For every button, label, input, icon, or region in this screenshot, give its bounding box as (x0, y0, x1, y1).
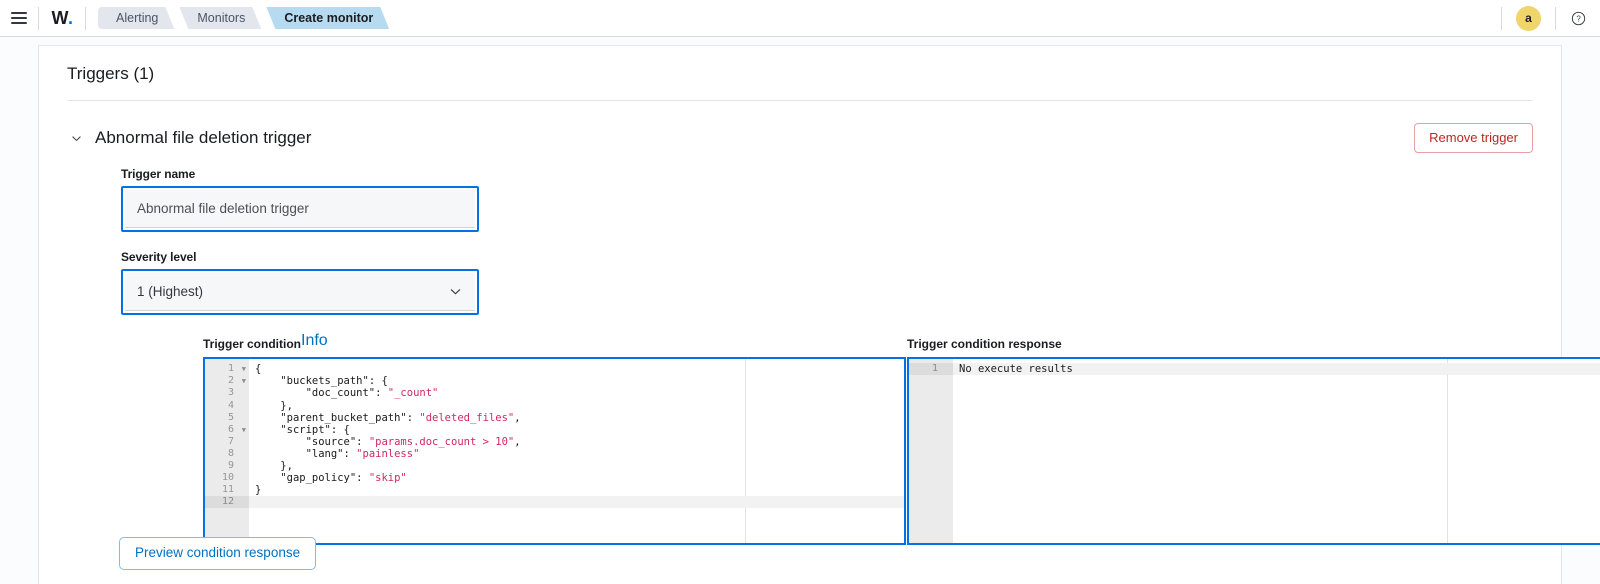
code-line: "lang": "painless" (305, 447, 420, 460)
help-circle-icon[interactable]: ? (1556, 0, 1600, 37)
line-number: 12 (205, 496, 249, 509)
code-line: "script": { (280, 423, 350, 436)
triggers-panel: Triggers (1) Abnormal file deletion trig… (38, 45, 1600, 584)
preview-condition-response-button[interactable]: Preview condition response (119, 537, 317, 571)
trigger-condition-info-link[interactable]: Info (301, 332, 328, 350)
editor-line-numbers-left: 1 ▼ 2 ▼ 3 4 5 6 ▼ 7 8 9 10 11 12 (205, 363, 249, 509)
editor-gutter-right (909, 359, 953, 544)
severity-level-select[interactable]: 1 (Highest) (125, 273, 475, 312)
app-logo[interactable]: W. (39, 0, 85, 37)
top-bar-right-actions: a ? (1501, 0, 1600, 37)
line-number: 9 (227, 460, 234, 472)
line-number: 4 (227, 399, 234, 411)
code-line: No execute results (959, 363, 1073, 376)
remove-trigger-button[interactable]: Remove trigger (1414, 123, 1533, 154)
line-number: 8 (227, 447, 234, 459)
line-number: 11 (221, 484, 234, 496)
trigger-condition-label: Trigger condition (203, 337, 301, 352)
line-number: 2 ▼ (227, 375, 246, 387)
trigger-name-field-wrapper (121, 186, 479, 233)
breadcrumb-item-monitors[interactable]: Monitors (179, 7, 261, 29)
code-line: "buckets_path": { (280, 375, 388, 388)
line-number: 6 ▼ (227, 423, 246, 436)
top-navigation-bar: W. Alerting Monitors Create monitor a ? (0, 0, 1600, 37)
svg-text:?: ? (1576, 14, 1581, 23)
code-line: "parent_bucket_path": "deleted_files", (280, 411, 521, 424)
code-fold-icon[interactable]: ▼ (242, 424, 246, 436)
severity-level-value: 1 (Highest) (137, 284, 204, 300)
trigger-condition-response-label: Trigger condition response (907, 337, 1062, 352)
line-number: 3 (227, 387, 234, 399)
trigger-name-input[interactable] (125, 190, 475, 229)
breadcrumb-item-alerting[interactable]: Alerting (98, 7, 174, 29)
condition-editors-section: Trigger condition Info Trigger condition… (39, 332, 1600, 571)
chevron-down-icon[interactable] (67, 129, 85, 147)
code-line: }, (255, 399, 293, 412)
line-number: 1 ▼ (227, 363, 246, 375)
code-fold-icon[interactable]: ▼ (242, 363, 246, 375)
code-line: "source": "params.doc_count > 10", (305, 435, 521, 448)
trigger-form: Trigger name Severity level 1 (Highest) (39, 153, 1561, 316)
breadcrumb: Alerting Monitors Create monitor (86, 0, 394, 37)
trigger-accordion-header: Abnormal file deletion trigger Remove tr… (39, 101, 1561, 154)
page-title: Triggers (1) (67, 64, 155, 83)
line-number: 10 (221, 472, 234, 484)
avatar[interactable]: a (1516, 5, 1541, 31)
editor-code-right: No execute results (953, 363, 1600, 543)
code-line: } (255, 484, 262, 497)
line-number: 1 (909, 363, 953, 376)
code-line: }, (255, 460, 293, 473)
code-line: "doc_count": "_count" (305, 387, 439, 400)
severity-level-label: Severity level (121, 250, 197, 265)
code-line: { (255, 363, 262, 376)
code-fold-icon[interactable]: ▼ (242, 375, 246, 387)
breadcrumb-item-create-monitor[interactable]: Create monitor (266, 7, 389, 29)
trigger-condition-editor[interactable]: 1 ▼ 2 ▼ 3 4 5 6 ▼ 7 8 9 10 11 12 { "buckets_path": { "… (203, 357, 906, 546)
line-number: 5 (227, 411, 234, 423)
editor-line-numbers-right: 1 (909, 363, 953, 376)
logo-text: W (51, 7, 68, 28)
trigger-condition-response-editor[interactable]: 1 No execute results (907, 357, 1600, 546)
editor-code-left[interactable]: { "buckets_path": { "doc_count": "_count… (249, 363, 904, 543)
trigger-name-label: Trigger name (121, 167, 196, 182)
severity-level-field-wrapper: 1 (Highest) (121, 269, 479, 316)
trigger-name-heading: Abnormal file deletion trigger (95, 128, 312, 148)
line-number: 7 (227, 435, 234, 447)
logo-dot: . (67, 7, 73, 28)
editor-labels-row: Trigger condition Info Trigger condition… (121, 332, 1561, 357)
hamburger-menu-icon[interactable] (0, 0, 38, 37)
divider (1501, 6, 1502, 30)
chevron-down-icon (448, 284, 463, 299)
code-line: "gap_policy": "skip" (280, 472, 407, 485)
